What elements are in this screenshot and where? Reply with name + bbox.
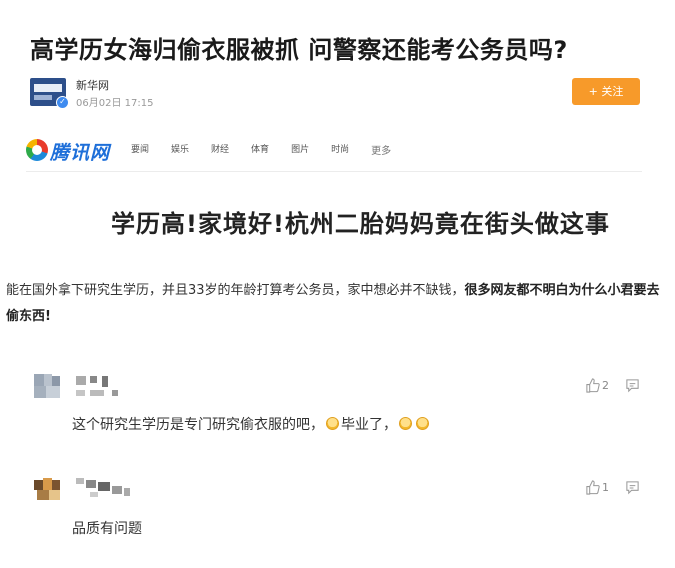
banner-headline: 学历高!家境好!杭州二胎妈妈竟在街头做这事 (111, 210, 610, 238)
article-paragraph: 能在国外拿下研究生学历，并且33岁的年龄打算考公务员，家中想必并不缺钱，很多网友… (6, 278, 668, 330)
qq-nav: 要闻 娱乐 财经 体育 图片 时尚 更多 (131, 142, 413, 157)
nav-item-finance[interactable]: 财经 (211, 142, 229, 157)
author-name[interactable]: 新华网 (76, 77, 109, 93)
article-headline: 高学历女海归偷衣服被抓 问警察还能考公务员吗? (30, 36, 568, 64)
comment-actions: 2 (585, 378, 640, 393)
comment-text: 品质有问题 (72, 518, 142, 538)
qq-logo[interactable]: 腾讯网 (26, 136, 146, 166)
commenter-avatar[interactable] (34, 476, 60, 500)
like-button[interactable]: 1 (585, 480, 609, 495)
thumbs-up-icon (586, 480, 600, 495)
comment-text-part: 品质有问题 (72, 521, 142, 537)
like-count: 2 (602, 379, 609, 392)
qq-header-bar: 腾讯网 要闻 娱乐 财经 体育 图片 时尚 更多 (26, 130, 642, 172)
like-button[interactable]: 2 (585, 378, 609, 393)
nav-item-more[interactable]: 更多 (371, 142, 391, 157)
nav-item-photos[interactable]: 图片 (291, 142, 309, 157)
commenter-name[interactable] (76, 476, 156, 502)
smile-emoji-icon (416, 417, 429, 430)
nav-item-news[interactable]: 要闻 (131, 142, 149, 157)
comment-actions: 1 (585, 480, 640, 495)
commenter-name[interactable] (76, 374, 156, 400)
comment-item: 品质有问题 1 (30, 476, 640, 546)
publish-time: 06月02日 17:15 (76, 98, 154, 109)
verified-badge-icon: ✓ (56, 96, 69, 109)
comment-text-part: 这个研究生学历是专门研究偷衣服的吧， (72, 417, 324, 433)
comment-icon[interactable] (625, 480, 640, 495)
comment-text-part: 毕业了， (341, 417, 397, 433)
paragraph-text: 能在国外拿下研究生学历，并且33岁的年龄打算考公务员，家中想必并不缺钱， (6, 283, 465, 298)
nav-item-sports[interactable]: 体育 (251, 142, 269, 157)
comment-icon[interactable] (625, 378, 640, 393)
smile-emoji-icon (326, 417, 339, 430)
qq-logo-text: 腾讯网 (50, 142, 111, 164)
author-row: ✓ 新华网 06月02日 17:15 + 关注 (30, 74, 640, 114)
smile-emoji-icon (399, 417, 412, 430)
commenter-avatar[interactable] (34, 374, 60, 398)
thumbs-up-icon (586, 378, 600, 393)
nav-item-fashion[interactable]: 时尚 (331, 142, 349, 157)
like-count: 1 (602, 481, 609, 494)
qq-logo-icon (26, 139, 48, 161)
comment-text: 这个研究生学历是专门研究偷衣服的吧， 毕业了， (72, 414, 431, 434)
comment-item: 这个研究生学历是专门研究偷衣服的吧， 毕业了， 2 (30, 374, 640, 444)
nav-item-entertainment[interactable]: 娱乐 (171, 142, 189, 157)
follow-button[interactable]: + 关注 (572, 78, 640, 105)
